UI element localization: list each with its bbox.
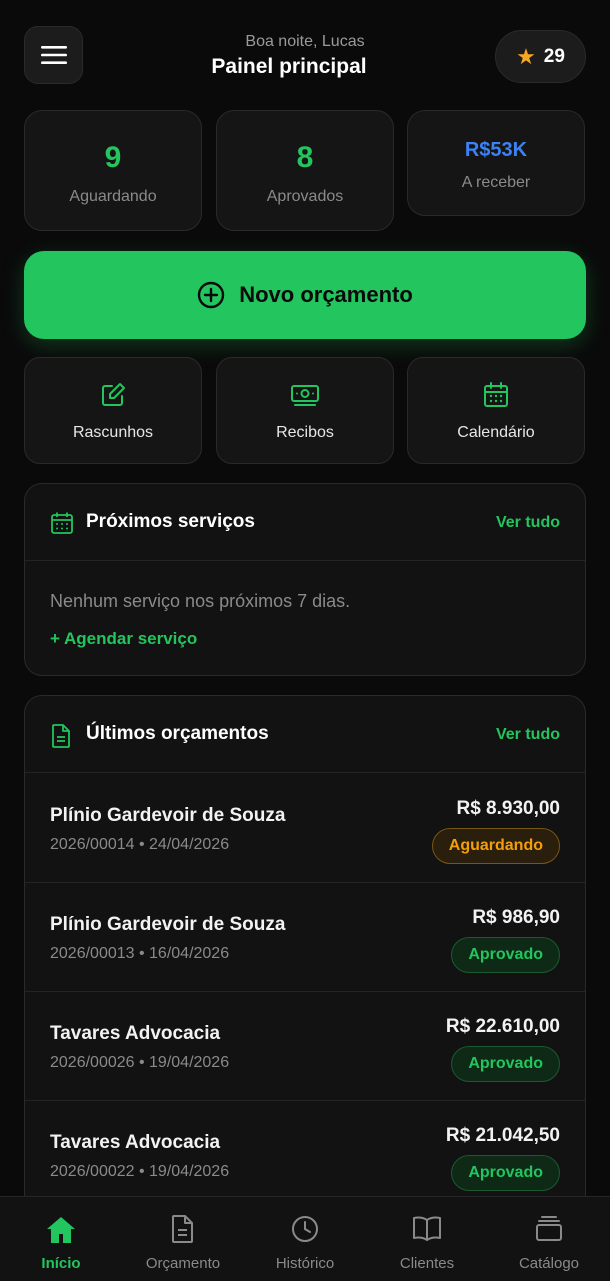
quick-action-label: Calendário bbox=[457, 424, 535, 441]
status-badge: Aprovado bbox=[451, 1046, 560, 1082]
top-header: Boa noite, Lucas Painel principal ★ 29 bbox=[0, 0, 610, 110]
quote-amount: R$ 21.042,50 bbox=[445, 1125, 560, 1146]
stat-label: Aguardando bbox=[69, 188, 157, 205]
status-badge: Aguardando bbox=[431, 828, 560, 864]
document-icon bbox=[52, 724, 70, 748]
stat-label: Aprovados bbox=[266, 188, 344, 205]
quick-action-calendar[interactable]: Calendário bbox=[407, 357, 585, 464]
book-icon bbox=[413, 1216, 441, 1241]
star-icon: ★ bbox=[516, 43, 536, 69]
stat-value: R$53K bbox=[464, 139, 528, 161]
plus-circle-icon bbox=[198, 281, 225, 309]
money-icon bbox=[291, 385, 319, 406]
nav-label: Histórico bbox=[275, 1255, 335, 1272]
quick-action-label: Rascunhos bbox=[72, 424, 154, 441]
stat-label: A receber bbox=[461, 174, 531, 191]
points-badge[interactable]: ★ 29 bbox=[495, 30, 586, 83]
nav-label: Início bbox=[41, 1255, 81, 1272]
quote-amount: R$ 986,90 bbox=[472, 907, 560, 928]
card-title: Próximos serviços bbox=[86, 511, 255, 532]
schedule-service-link[interactable]: + Agendar serviço bbox=[50, 629, 197, 649]
nav-item-quote[interactable]: Orçamento bbox=[122, 1197, 244, 1281]
quote-meta: 2026/00026 • 19/04/2026 bbox=[50, 1054, 230, 1071]
quote-row[interactable]: Tavares Advocacia 2026/00022 • 19/04/202… bbox=[25, 1101, 585, 1210]
card-header: Próximos serviços Ver tudo bbox=[25, 484, 585, 561]
empty-state-text: Nenhum serviço nos próximos 7 dias. bbox=[50, 591, 351, 611]
status-badge: Aprovado bbox=[451, 1155, 560, 1191]
new-quote-button[interactable]: Novo orçamento bbox=[24, 251, 586, 339]
quote-meta: 2026/00013 • 16/04/2026 bbox=[50, 945, 230, 962]
card-title: Últimos orçamentos bbox=[86, 723, 269, 744]
latest-quotes-card: Últimos orçamentos Ver tudo Plínio Garde… bbox=[24, 695, 586, 1215]
stat-card-receivable[interactable]: R$53K A receber bbox=[407, 110, 585, 216]
quote-row[interactable]: Plínio Gardevoir de Souza 2026/00013 • 1… bbox=[25, 883, 585, 992]
quick-action-label: Recibos bbox=[276, 424, 334, 441]
page-title: Painel principal bbox=[211, 55, 367, 78]
nav-label: Clientes bbox=[399, 1255, 455, 1272]
quote-meta: 2026/00014 • 24/04/2026 bbox=[50, 836, 230, 853]
nav-item-catalog[interactable]: Catálogo bbox=[488, 1197, 610, 1281]
nav-label: Orçamento bbox=[145, 1255, 221, 1272]
calendar-icon bbox=[484, 382, 508, 407]
points-count: 29 bbox=[543, 45, 565, 67]
quick-action-receipts[interactable]: Recibos bbox=[216, 357, 394, 464]
document-icon bbox=[172, 1215, 193, 1243]
calendar-icon bbox=[51, 512, 73, 534]
client-name: Tavares Advocacia bbox=[50, 1023, 221, 1044]
client-name: Tavares Advocacia bbox=[50, 1132, 221, 1153]
quote-meta: 2026/00022 • 19/04/2026 bbox=[50, 1163, 230, 1180]
stat-card-pending[interactable]: 9 Aguardando bbox=[24, 110, 202, 231]
client-name: Plínio Gardevoir de Souza bbox=[50, 805, 286, 826]
quote-amount: R$ 22.610,00 bbox=[445, 1016, 560, 1037]
stat-value: 8 bbox=[296, 141, 314, 174]
nav-label: Catálogo bbox=[518, 1255, 580, 1272]
stat-value: 9 bbox=[104, 141, 122, 174]
quote-amount: R$ 8.930,00 bbox=[456, 798, 560, 819]
bottom-navigation: Início Orçamento Histórico Clientes Catá… bbox=[0, 1196, 610, 1281]
clock-icon bbox=[292, 1216, 318, 1242]
client-name: Plínio Gardevoir de Souza bbox=[50, 914, 286, 935]
nav-item-history[interactable]: Histórico bbox=[244, 1197, 366, 1281]
quote-row[interactable]: Plínio Gardevoir de Souza 2026/00014 • 2… bbox=[25, 774, 585, 883]
edit-icon bbox=[102, 383, 125, 406]
status-badge: Aprovado bbox=[451, 937, 560, 973]
stat-card-approved[interactable]: 8 Aprovados bbox=[216, 110, 394, 231]
view-all-quotes-link[interactable]: Ver tudo bbox=[496, 726, 560, 744]
card-header: Últimos orçamentos Ver tudo bbox=[25, 696, 585, 773]
new-quote-label: Novo orçamento bbox=[239, 282, 413, 307]
quote-row[interactable]: Tavares Advocacia 2026/00026 • 19/04/202… bbox=[25, 992, 585, 1101]
upcoming-services-card: Próximos serviços Ver tudo Nenhum serviç… bbox=[24, 483, 586, 676]
stack-icon bbox=[536, 1216, 562, 1241]
view-all-services-link[interactable]: Ver tudo bbox=[496, 514, 560, 532]
nav-item-home[interactable]: Início bbox=[0, 1197, 122, 1281]
quick-action-drafts[interactable]: Rascunhos bbox=[24, 357, 202, 464]
home-icon bbox=[47, 1217, 75, 1243]
nav-item-clients[interactable]: Clientes bbox=[366, 1197, 488, 1281]
